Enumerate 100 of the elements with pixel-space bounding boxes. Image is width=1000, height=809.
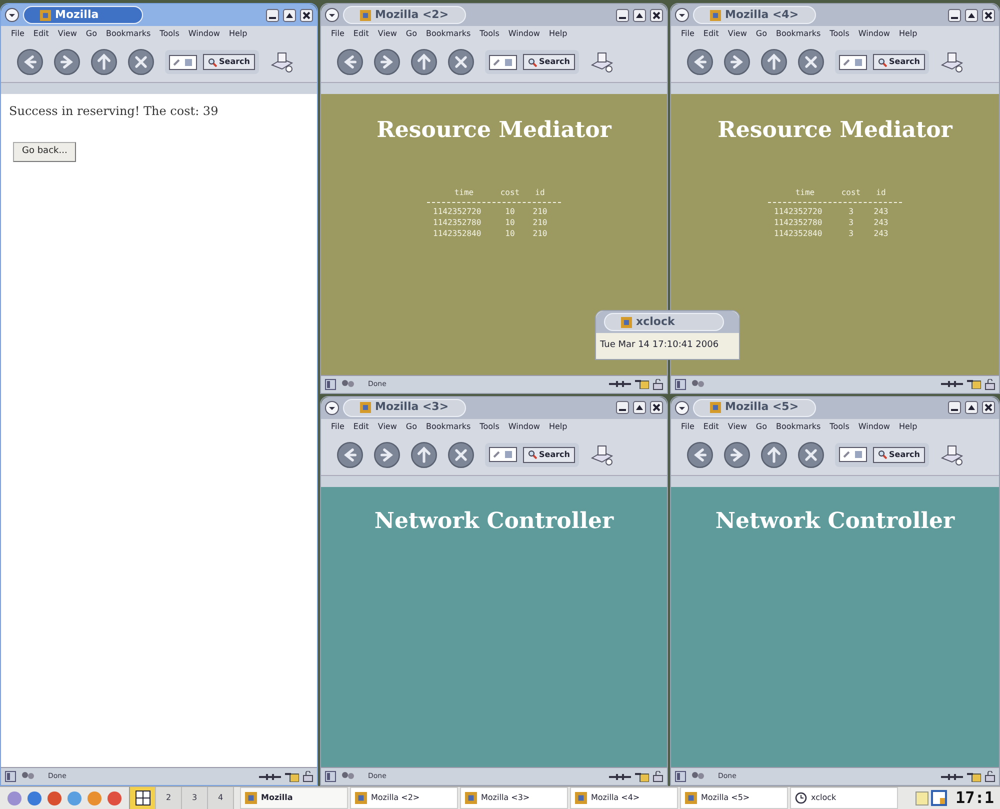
menu-item[interactable]: Go	[406, 28, 417, 40]
menu-item[interactable]: Edit	[703, 420, 719, 432]
stop-icon[interactable]	[798, 442, 824, 468]
calendar-icon[interactable]	[931, 790, 948, 806]
menu-item[interactable]: Tools	[830, 420, 850, 432]
clipboard-icon[interactable]	[915, 790, 930, 806]
taskbar-button[interactable]: Mozilla <3>	[460, 787, 568, 809]
menu-item[interactable]: Window	[188, 28, 220, 40]
menu-item[interactable]: Bookmarks	[106, 28, 151, 40]
menu-item[interactable]: View	[728, 28, 747, 40]
sidebar-toggle-icon[interactable]	[675, 771, 686, 782]
sidebar-toggle-icon[interactable]	[675, 378, 686, 390]
location-field-icon[interactable]	[839, 447, 867, 462]
menu-item[interactable]: Tools	[830, 28, 850, 40]
menu-item[interactable]: Tools	[480, 420, 500, 432]
location-field-icon[interactable]	[169, 54, 197, 70]
menu-item[interactable]: Edit	[353, 28, 369, 40]
menu-item[interactable]: Bookmarks	[426, 420, 471, 432]
taskbar-button[interactable]: Mozilla	[240, 787, 348, 809]
connection-icon	[941, 772, 963, 782]
location-field-icon[interactable]	[489, 447, 517, 462]
menu-item[interactable]: Window	[858, 28, 890, 40]
search-button[interactable]: Search	[203, 54, 255, 70]
menu-item[interactable]: Window	[508, 28, 540, 40]
desktop-pager-cell[interactable]: 3	[182, 787, 208, 809]
sidebar-toggle-icon[interactable]	[325, 771, 336, 782]
minimize-button-icon[interactable]	[948, 401, 961, 414]
menu-item[interactable]: Tools	[160, 28, 180, 40]
menu-item[interactable]: Help	[548, 420, 568, 432]
menu-item[interactable]: Edit	[353, 420, 369, 432]
launcher-icon[interactable]	[26, 790, 43, 806]
desktop-pager-cell[interactable]	[130, 787, 156, 809]
menu-button-icon[interactable]	[325, 400, 339, 414]
menu-item[interactable]: Bookmarks	[776, 420, 821, 432]
menu-item[interactable]: Bookmarks	[426, 28, 471, 40]
launcher-icon[interactable]	[46, 790, 63, 806]
taskbar-button[interactable]: Mozilla <5>	[680, 787, 788, 809]
taskbar-button[interactable]: Mozilla <4>	[570, 787, 678, 809]
menu-item[interactable]: Help	[898, 420, 918, 432]
desktop-pager-cell[interactable]: 2	[156, 787, 182, 809]
magnifier-icon	[528, 58, 537, 66]
go-back-button[interactable]: Go back...	[13, 142, 76, 162]
minimize-button-icon[interactable]	[616, 8, 629, 22]
taskbar-button[interactable]: Mozilla <2>	[350, 787, 458, 809]
menu-button-icon[interactable]	[5, 8, 19, 22]
menu-item[interactable]: Bookmarks	[776, 28, 821, 40]
menu-item[interactable]: Go	[756, 28, 767, 40]
stop-icon[interactable]	[448, 442, 474, 468]
search-button[interactable]: Search	[523, 54, 575, 70]
menu-item[interactable]: Help	[228, 28, 248, 40]
minimize-button-icon[interactable]	[948, 8, 961, 22]
menu-button-icon[interactable]	[675, 400, 689, 414]
close-button-icon[interactable]	[650, 8, 663, 22]
menu-item[interactable]: View	[378, 420, 397, 432]
location-field-icon[interactable]	[489, 54, 517, 70]
desktop-pager-cell[interactable]: 4	[208, 787, 234, 809]
menu-item[interactable]: Edit	[33, 28, 49, 40]
menu-item[interactable]: File	[681, 28, 694, 40]
menu-item[interactable]: Go	[406, 420, 417, 432]
taskbar-button[interactable]: xclock	[790, 787, 898, 809]
menu-item[interactable]: File	[681, 420, 694, 432]
sidebar-toggle-icon[interactable]	[5, 771, 16, 782]
menu-item[interactable]: Go	[756, 420, 767, 432]
close-button-icon[interactable]	[650, 401, 663, 414]
search-button[interactable]: Search	[873, 446, 925, 462]
search-button[interactable]: Search	[873, 54, 925, 70]
minimize-button-icon[interactable]	[266, 8, 279, 22]
menu-item[interactable]: Tools	[480, 28, 500, 40]
menu-item[interactable]: Help	[898, 28, 918, 40]
launcher-icon[interactable]	[106, 790, 123, 806]
maximize-button-icon[interactable]	[965, 8, 978, 22]
menu-item[interactable]: File	[331, 420, 344, 432]
maximize-button-icon[interactable]	[633, 401, 646, 414]
menu-item[interactable]: Go	[86, 28, 97, 40]
menu-item[interactable]: Window	[508, 420, 540, 432]
close-button-icon[interactable]	[982, 401, 995, 414]
maximize-button-icon[interactable]	[633, 8, 646, 22]
minimize-button-icon[interactable]	[616, 401, 629, 414]
menu-item[interactable]: View	[728, 420, 747, 432]
location-field-icon[interactable]	[839, 54, 867, 70]
stop-icon[interactable]	[448, 49, 474, 75]
search-button[interactable]: Search	[523, 446, 575, 462]
connection-icon	[259, 772, 281, 782]
maximize-button-icon[interactable]	[283, 8, 296, 22]
menu-button-icon[interactable]	[325, 8, 339, 22]
menu-item[interactable]: View	[378, 28, 397, 40]
menu-item[interactable]: Window	[858, 420, 890, 432]
app-icon	[575, 792, 587, 804]
menu-item[interactable]: Help	[548, 28, 568, 40]
stop-icon[interactable]	[798, 49, 824, 75]
maximize-button-icon[interactable]	[965, 401, 978, 414]
menu-item[interactable]: File	[11, 28, 24, 40]
menu-item[interactable]: View	[58, 28, 77, 40]
close-button-icon[interactable]	[300, 8, 313, 22]
sidebar-toggle-icon[interactable]	[325, 378, 336, 390]
menu-button-icon[interactable]	[675, 8, 689, 22]
stop-icon[interactable]	[128, 49, 154, 75]
menu-item[interactable]: File	[331, 28, 344, 40]
menu-item[interactable]: Edit	[703, 28, 719, 40]
close-button-icon[interactable]	[982, 8, 995, 22]
